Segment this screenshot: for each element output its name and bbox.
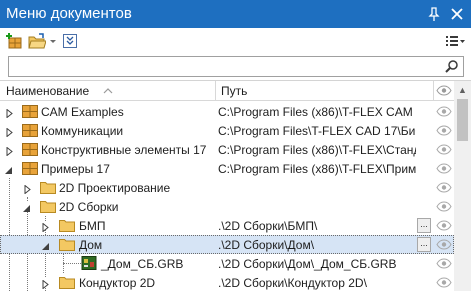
close-icon[interactable] [448,5,466,23]
eye-icon[interactable] [436,144,452,155]
eye-icon[interactable] [436,201,452,212]
eye-icon[interactable] [436,258,452,269]
row-path: C:\Program Files (x86)\T-FLEX\Приме... [218,162,416,176]
row-path: .\2D Сборки\БМП\ [218,219,318,233]
add-library-button[interactable] [5,32,23,50]
column-divider[interactable] [215,81,216,101]
collapse-arrow-icon[interactable] [41,240,50,250]
vertical-scrollbar[interactable]: ▲ [454,81,471,291]
folder-icon [59,275,75,289]
expand-arrow-icon[interactable] [23,183,32,195]
library-icon [22,161,38,175]
browse-button[interactable]: ... [417,237,431,252]
eye-icon[interactable] [436,85,452,99]
row-path: C:\Program Files (x86)\T-FLEX\Станда... [218,143,416,157]
library-icon [22,142,38,156]
expand-arrow-icon[interactable] [5,145,14,157]
grb-file-icon [81,256,97,270]
row-name: CAM Examples [41,105,124,119]
column-name-header[interactable]: Наименование [6,84,89,98]
tree-row[interactable]: Конструктивные элементы 17 C:\Program Fi… [0,140,454,159]
tree-row[interactable]: Примеры 17 C:\Program Files (x86)\T-FLEX… [0,159,454,178]
scroll-up-arrow-icon[interactable]: ▲ [454,82,471,99]
sort-ascending-icon [103,85,113,99]
tree-row[interactable]: 2D Проектирование [0,178,454,197]
eye-icon[interactable] [436,106,452,117]
folder-icon [40,180,56,194]
toolbar [0,28,471,54]
folder-icon [40,199,56,213]
row-path: .\2D Сборки\Дом\ [218,238,315,252]
column-header: Наименование Путь [0,81,454,101]
library-icon [22,104,38,118]
folder-icon [59,218,75,232]
tree-row[interactable]: CAM Examples C:\Program Files (x86)\T-FL… [0,102,454,121]
tree-row[interactable]: _Дом_СБ.GRB .\2D Сборки\Дом\_Дом_СБ.GRB [0,254,454,273]
row-name: _Дом_СБ.GRB [101,257,184,271]
eye-icon[interactable] [436,220,452,231]
row-name: 2D Проектирование [59,181,171,195]
eye-icon[interactable] [436,163,452,174]
row-name: Конструктивные элементы 17 [41,143,207,157]
row-name: Примеры 17 [41,162,110,176]
tree-row[interactable]: Кондуктор 2D .\2D Сборки\Кондуктор 2D\ [0,273,454,291]
eye-icon[interactable] [436,239,452,250]
collapse-arrow-icon[interactable] [4,164,13,174]
expand-arrow-icon[interactable] [41,221,50,233]
row-name: Кондуктор 2D [79,276,156,290]
row-path: C:\Program Files (x86)\T-FLEX CAM 17\ [218,105,416,119]
search-icon[interactable] [444,59,459,74]
eye-icon[interactable] [436,182,452,193]
title-bar: Меню документов [0,0,471,28]
open-folder-button[interactable] [28,32,47,50]
row-name: Дом [79,238,103,252]
collapse-all-button[interactable] [62,32,78,50]
folder-icon [59,237,75,251]
column-path-header[interactable]: Путь [221,84,247,98]
search-box [8,56,464,77]
search-input[interactable] [12,59,432,74]
row-path: C:\Program Files\T-FLEX CAD 17\Библ... [218,124,416,138]
view-options-button[interactable] [444,32,466,50]
tree-row-selected[interactable]: Дом .\2D Сборки\Дом\ ... [0,235,454,254]
row-path: .\2D Сборки\Дом\_Дом_СБ.GRB [218,257,397,271]
library-icon [22,123,38,137]
column-divider[interactable] [433,81,434,101]
tree-row[interactable]: 2D Сборки [0,197,454,216]
chevron-down-icon[interactable] [49,32,57,50]
browse-button[interactable]: ... [417,218,431,233]
row-name: 2D Сборки [59,200,119,214]
scrollbar-thumb[interactable] [457,99,468,141]
expand-arrow-icon[interactable] [5,126,14,138]
eye-icon[interactable] [436,125,452,136]
pin-icon[interactable] [425,5,443,23]
collapse-arrow-icon[interactable] [22,202,31,212]
row-name: БМП [79,219,106,233]
row-name: Коммуникации [41,124,124,138]
eye-icon[interactable] [436,277,452,288]
window-title: Меню документов [6,5,132,22]
row-path: .\2D Сборки\Кондуктор 2D\ [218,276,367,290]
expand-arrow-icon[interactable] [5,107,14,119]
tree-row[interactable]: Коммуникации C:\Program Files\T-FLEX CAD… [0,121,454,140]
expand-arrow-icon[interactable] [41,278,50,290]
document-tree: CAM Examples C:\Program Files (x86)\T-FL… [0,102,454,291]
tree-row[interactable]: БМП .\2D Сборки\БМП\ ... [0,216,454,235]
